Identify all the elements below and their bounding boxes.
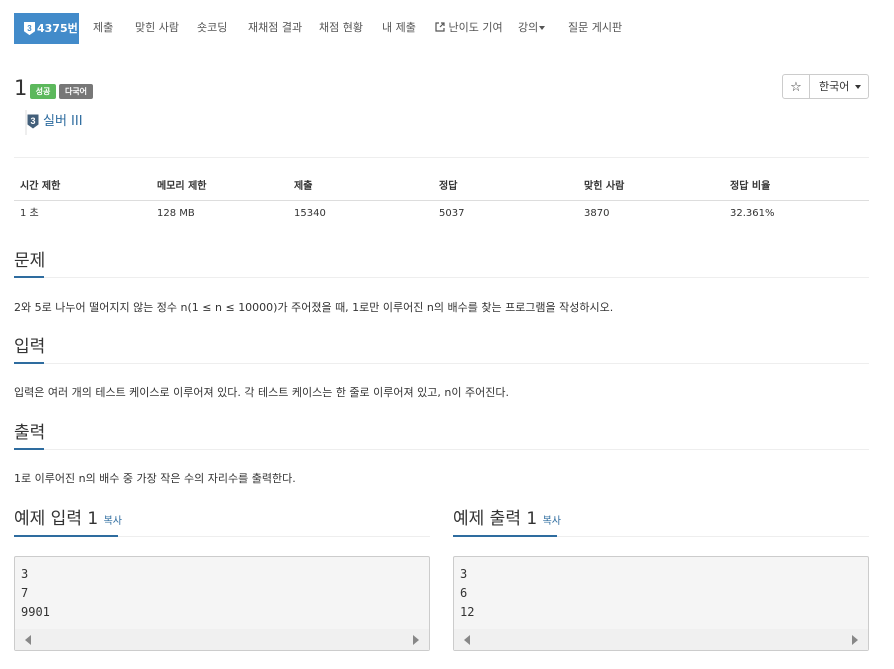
nav-submit[interactable]: 제출 [93,20,113,36]
external-link-icon [435,22,445,32]
svg-text:3: 3 [30,116,35,126]
star-button[interactable]: ☆ [782,74,810,99]
label-success: 성공 [30,84,56,99]
section-divider [14,449,869,450]
section-divider [14,363,869,364]
code-line: 3 [460,567,468,581]
tier-silver-3-icon: 3 [24,22,35,35]
section-title-output: 출력 [14,423,46,443]
language-label: 한국어 [819,80,850,93]
table-cell-accept-rate: 32.361% [730,208,775,219]
chevron-down-icon [539,26,546,30]
table-header-accept-rate: 정답 비율 [730,181,771,192]
section-underline [453,535,557,537]
table-header-divider [14,200,869,201]
copy-input-button[interactable]: 복사 [104,516,122,527]
horizontal-scrollbar[interactable] [15,629,429,650]
nav-lectures-dropdown[interactable]: 강의 [518,20,546,36]
problem-title: 1 [14,76,28,100]
nav-difficulty-label: 난이도 기여 [448,21,503,34]
output-description: 1로 이루어진 n의 배수 중 가장 작은 수의 자리수를 출력한다. [14,472,296,485]
table-header-solved-users: 맞힌 사람 [584,181,625,192]
nav-short-coding[interactable]: 숏코딩 [197,20,227,36]
label-multilang: 다국어 [59,84,93,99]
section-underline [14,276,44,278]
nav-my-submissions[interactable]: 내 제출 [382,20,416,36]
nav-status[interactable]: 채점 현황 [319,20,363,36]
sample-output-title-text: 예제 출력 1 [453,509,538,529]
table-cell-accepted: 5037 [439,208,465,219]
code-line: 9901 [21,605,50,619]
tier-silver-3-badge-icon: 3 [27,114,39,129]
tier-label: 실버 III [43,114,83,129]
nav-solved-users[interactable]: 맞힌 사람 [135,20,179,36]
copy-output-button[interactable]: 복사 [543,516,561,527]
nav-difficulty-contribution[interactable]: 난이도 기여 [435,20,503,36]
code-line: 7 [21,586,29,600]
table-header-submissions: 제출 [294,181,313,192]
nav-problem-tab[interactable]: 3 4375번 [14,13,79,44]
sample-output-code: 3 6 12 [460,565,474,622]
horizontal-scrollbar[interactable] [454,629,868,650]
section-title-input: 입력 [14,337,46,357]
problem-description: 2와 5로 나누어 떨어지지 않는 정수 n(1 ≤ n ≤ 10000)가 주… [14,301,614,314]
scroll-right-icon[interactable] [852,635,858,645]
language-dropdown[interactable]: 한국어 [809,74,869,99]
nav-question-board[interactable]: 질문 게시판 [568,20,622,36]
scroll-left-icon[interactable] [25,635,31,645]
table-header-memory-limit: 메모리 제한 [157,181,207,192]
divider [14,157,869,158]
scroll-left-icon[interactable] [464,635,470,645]
scroll-right-icon[interactable] [413,635,419,645]
table-cell-memory-limit: 128 MB [157,208,195,219]
table-header-accepted: 정답 [439,181,458,192]
table-cell-submissions: 15340 [294,208,326,219]
section-divider [14,277,869,278]
sample-input-title-text: 예제 입력 1 [14,509,99,529]
input-description: 입력은 여러 개의 테스트 케이스로 이루어져 있다. 각 테스트 케이스는 한… [14,386,509,399]
table-cell-solved-users: 3870 [584,208,610,219]
nav-rejudge-results[interactable]: 재채점 결과 [248,20,302,36]
svg-text:3: 3 [27,24,32,33]
section-underline [14,535,118,537]
table-header-time-limit: 시간 제한 [20,181,61,192]
nav-problem-id: 4375번 [37,22,78,35]
section-title-problem: 문제 [14,251,46,271]
sample-input-title: 예제 입력 1 복사 [14,508,122,533]
code-line: 6 [460,586,468,600]
nav-lectures-label: 강의 [518,21,539,34]
sample-output-box[interactable]: 3 6 12 [453,556,869,651]
code-line: 3 [21,567,29,581]
table-cell-time-limit: 1 초 [20,208,39,219]
sample-input-box[interactable]: 3 7 9901 [14,556,430,651]
section-underline [14,448,44,450]
sample-output-title: 예제 출력 1 복사 [453,508,561,533]
section-underline [14,362,44,364]
chevron-down-icon [855,85,862,89]
sample-input-code: 3 7 9901 [21,565,50,622]
code-line: 12 [460,605,475,619]
